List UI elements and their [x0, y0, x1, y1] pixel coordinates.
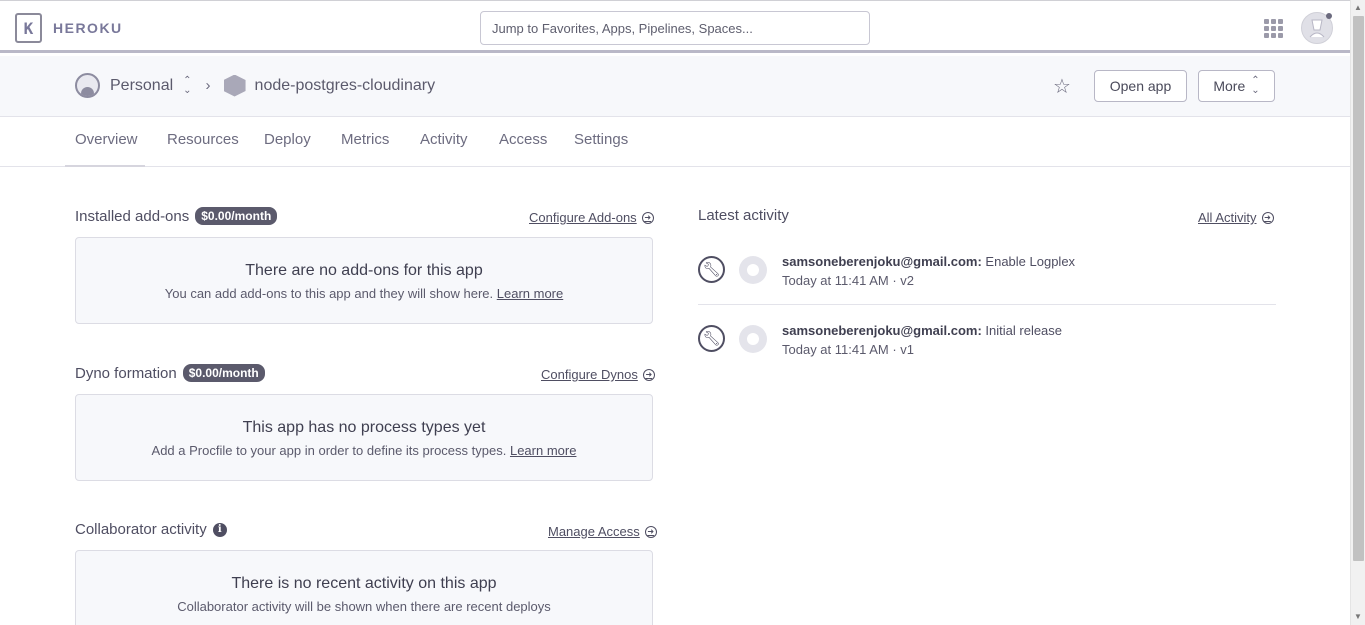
activity-meta: Today at 11:41 AM · v1 — [782, 342, 914, 357]
activity-user: samsoneberenjoku@gmail.com: — [782, 254, 982, 269]
tab-overview[interactable]: Overview — [75, 131, 138, 148]
configure-addons-label: Configure Add-ons — [529, 210, 637, 225]
divider — [698, 304, 1276, 305]
tab-activity[interactable]: Activity — [420, 131, 468, 148]
activity-user: samsoneberenjoku@gmail.com: — [782, 323, 982, 338]
user-avatar-icon — [1309, 19, 1325, 38]
activity-action: Enable Logplex — [985, 254, 1076, 269]
dynos-empty-heading: This app has no process types yet — [242, 419, 486, 436]
more-button-label: More — [1213, 78, 1246, 94]
heroku-logo-icon: K — [15, 13, 42, 43]
app-name[interactable]: node-postgres-cloudinary — [255, 77, 436, 95]
activity-text: samsoneberenjoku@gmail.com: Enable Logpl… — [782, 254, 1075, 269]
tab-access[interactable]: Access — [499, 131, 547, 148]
manage-access-link[interactable]: Manage Access ➜ — [548, 524, 657, 539]
activity-item[interactable]: 🔧︎ samsoneberenjoku@gmail.com: Enable Lo… — [698, 254, 1276, 325]
collab-title: Collaborator activity — [75, 521, 207, 538]
account-switcher[interactable]: Personal — [110, 77, 173, 95]
collab-empty-heading: There is no recent activity on this app — [231, 575, 497, 592]
arrow-right-circle-icon: ➜ — [644, 525, 657, 538]
all-activity-label: All Activity — [1198, 210, 1257, 225]
app-header: Personal ⌃ ⌄ › node-postgres-cloudinary ☆… — [0, 56, 1350, 117]
collab-section-title: Collaborator activity i — [75, 521, 227, 538]
scrollbar-thumb[interactable] — [1353, 16, 1364, 561]
avatar — [739, 256, 767, 284]
heroku-logo-text: HEROKU — [53, 20, 123, 36]
app-tabs: Overview Resources Deploy Metrics Activi… — [0, 117, 1350, 167]
configure-dynos-label: Configure Dynos — [541, 367, 638, 382]
person-icon — [75, 73, 100, 98]
activity-text: samsoneberenjoku@gmail.com: Initial rele… — [782, 323, 1062, 338]
updown-chevron-icon[interactable]: ⌃ ⌄ — [183, 75, 191, 96]
info-icon[interactable]: i — [212, 522, 227, 537]
favorite-star-icon[interactable]: ☆ — [1053, 74, 1071, 99]
apps-grid-icon[interactable] — [1264, 19, 1283, 38]
activity-title: Latest activity — [698, 207, 789, 224]
activity-meta: Today at 11:41 AM · v2 — [782, 273, 914, 288]
addons-learn-more-link[interactable]: Learn more — [497, 286, 563, 301]
dynos-section-title: Dyno formation $0.00/month — [75, 364, 265, 382]
activity-action: Initial release — [985, 323, 1063, 338]
tab-resources[interactable]: Resources — [167, 131, 239, 148]
dynos-cost-badge: $0.00/month — [182, 364, 265, 382]
collab-empty-panel: There is no recent activity on this app … — [75, 550, 653, 625]
addons-empty-text: You can add add-ons to this app and they… — [76, 286, 652, 301]
heroku-logo[interactable]: K HEROKU — [15, 13, 123, 43]
scroll-down-arrow-icon[interactable]: ▼ — [1354, 612, 1362, 621]
search-input[interactable] — [480, 11, 870, 45]
tab-deploy[interactable]: Deploy — [264, 131, 311, 148]
dynos-learn-more-link[interactable]: Learn more — [510, 443, 576, 458]
breadcrumb: Personal ⌃ ⌄ › node-postgres-cloudinary — [75, 73, 435, 98]
activity-section-title: Latest activity — [698, 207, 789, 224]
dynos-empty-description: Add a Procfile to your app in order to d… — [151, 443, 507, 458]
arrow-right-circle-icon: ➜ — [641, 211, 654, 224]
dynos-empty-panel: This app has no process types yet Add a … — [75, 394, 653, 481]
app-hexagon-icon — [223, 74, 246, 97]
collab-empty-text: Collaborator activity will be shown when… — [177, 599, 551, 614]
manage-access-label: Manage Access — [548, 524, 640, 539]
addons-empty-heading: There are no add-ons for this app — [245, 262, 483, 279]
addons-cost-badge: $0.00/month — [195, 207, 278, 225]
more-button[interactable]: More ⌃ ⌄ — [1198, 70, 1275, 102]
dynos-empty-text: Add a Procfile to your app in order to d… — [76, 443, 652, 458]
addons-empty-description: You can add add-ons to this app and they… — [164, 286, 494, 301]
tab-settings[interactable]: Settings — [574, 131, 628, 148]
configure-addons-link[interactable]: Configure Add-ons ➜ — [529, 210, 654, 225]
wrench-icon: 🔧︎ — [698, 256, 725, 283]
chevron-right-icon: › — [205, 77, 211, 94]
vertical-scrollbar[interactable]: ▲ ▼ — [1350, 0, 1365, 625]
addons-title: Installed add-ons — [75, 207, 190, 225]
arrow-right-circle-icon: ➜ — [1261, 211, 1274, 224]
active-tab-indicator — [65, 165, 145, 167]
addons-section-title: Installed add-ons $0.00/month — [75, 207, 278, 225]
updown-chevron-icon: ⌃ ⌄ — [1251, 75, 1260, 96]
arrow-right-circle-icon: ➜ — [642, 368, 655, 381]
wrench-icon: 🔧︎ — [698, 325, 725, 352]
configure-dynos-link[interactable]: Configure Dynos ➜ — [541, 367, 655, 382]
addons-empty-panel: There are no add-ons for this app You ca… — [75, 237, 653, 324]
notification-dot — [1326, 13, 1332, 19]
open-app-button[interactable]: Open app — [1094, 70, 1187, 102]
dynos-title: Dyno formation — [75, 364, 177, 382]
avatar — [739, 325, 767, 353]
all-activity-link[interactable]: All Activity ➜ — [1198, 210, 1274, 225]
activity-item[interactable]: 🔧︎ samsoneberenjoku@gmail.com: Initial r… — [698, 323, 1276, 394]
top-navbar: K HEROKU — [0, 0, 1350, 53]
tab-metrics[interactable]: Metrics — [341, 131, 389, 148]
scroll-up-arrow-icon[interactable]: ▲ — [1354, 3, 1362, 12]
